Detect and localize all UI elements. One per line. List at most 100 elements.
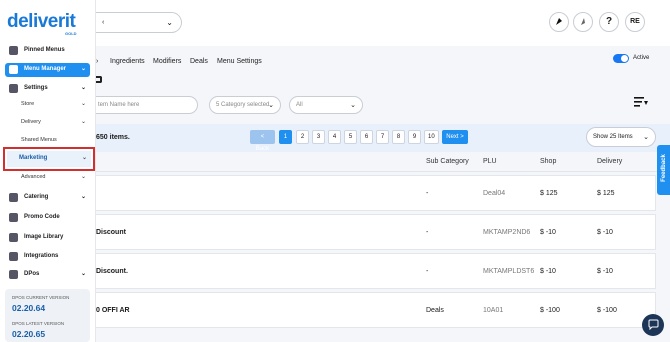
- row-plu: 10A01: [483, 307, 504, 314]
- row-shop-price: $ -10: [540, 229, 556, 236]
- sidebar-item-integrations[interactable]: Integrations: [5, 250, 90, 264]
- sidebar-item-label: Pinned Menus: [24, 47, 65, 53]
- sidebar-item-label: Promo Code: [24, 214, 60, 220]
- chevron-down-icon: ⌄: [350, 102, 356, 109]
- brand-logo-sub: GOLD: [65, 31, 77, 36]
- feedback-tab[interactable]: Feedback: [657, 145, 670, 195]
- page-button-9[interactable]: 9: [408, 130, 421, 144]
- tab-modifiers[interactable]: Modifiers: [153, 58, 181, 65]
- promo-icon: [9, 213, 18, 222]
- sidebar-subitem-delivery[interactable]: Delivery ⌄: [5, 116, 90, 130]
- header-delivery: Delivery: [597, 158, 623, 165]
- chevron-down-icon: ⌄: [80, 271, 86, 277]
- help-icon[interactable]: ?: [599, 12, 619, 32]
- announcement-icon[interactable]: [573, 12, 593, 32]
- row-sub-category: Deals: [426, 307, 444, 314]
- sidebar-subitem-advanced[interactable]: Advanced ⌄: [5, 171, 90, 185]
- chevron-down-icon: ⌄: [80, 119, 86, 125]
- sidebar-subitem-marketing[interactable]: Marketing ⌄: [7, 151, 91, 167]
- page-size-value: Show 25 Items: [593, 134, 633, 140]
- top-bar: ‹ ⌄ ? RE: [96, 0, 670, 46]
- sidebar-item-catering[interactable]: Catering ⌄: [5, 191, 90, 205]
- row-name: Discount: [96, 229, 126, 236]
- catering-icon: [9, 193, 18, 202]
- page-button-10[interactable]: 10: [424, 130, 439, 144]
- tab-deals[interactable]: Deals: [190, 58, 208, 65]
- row-plu: MKTAMPLDST6: [483, 268, 535, 275]
- page-button-8[interactable]: 8: [392, 130, 405, 144]
- sidebar-item-pinned-menus[interactable]: Pinned Menus: [5, 44, 90, 58]
- row-delivery-price: $ 125: [597, 190, 615, 197]
- sidebar-item-label: Integrations: [24, 253, 59, 259]
- header-sub-category: Sub Category: [426, 158, 469, 165]
- image-icon: [9, 233, 18, 242]
- row-plu: MKTAMP2ND6: [483, 229, 531, 236]
- pin-icon: [9, 46, 18, 55]
- feedback-label: Feedback: [661, 154, 667, 182]
- row-name: Discount.: [96, 268, 128, 275]
- sidebar-item-settings[interactable]: Settings ⌄: [5, 82, 90, 96]
- user-avatar[interactable]: RE: [625, 12, 645, 32]
- chevron-down-icon: ⌄: [80, 101, 86, 107]
- chevron-down-icon: ⌄: [80, 85, 86, 91]
- row-plu: Deal04: [483, 190, 506, 197]
- chevron-down-icon: ⌄: [80, 66, 86, 72]
- back-button[interactable]: < Back: [250, 130, 275, 152]
- latest-version-label: DPOS LATEST VERSION: [12, 321, 65, 326]
- row-delivery-price: $ -10: [597, 229, 613, 236]
- sidebar-subitem-store[interactable]: Store ⌄: [5, 98, 90, 112]
- chevron-down-icon: ⌄: [80, 174, 86, 180]
- sidebar-subitem-shared-menus[interactable]: Shared Menus: [5, 134, 90, 148]
- page-button-4[interactable]: 4: [328, 130, 341, 144]
- current-version-value: 02.20.64: [12, 303, 46, 313]
- row-delivery-price: $ -100: [597, 307, 617, 314]
- sidebar-item-label: Marketing: [19, 155, 48, 161]
- category-select[interactable]: 5 Category selected ⌄: [209, 96, 281, 114]
- status-select[interactable]: All ⌄: [289, 96, 363, 114]
- item-search-input[interactable]: tem Name here: [92, 96, 198, 114]
- page-button-6[interactable]: 6: [360, 130, 373, 144]
- sidebar-item-menu-manager[interactable]: Menu Manager ⌄: [5, 63, 90, 77]
- sidebar-item-label: Catering: [24, 194, 49, 200]
- store-selector[interactable]: ‹ ⌄: [96, 12, 182, 33]
- menu-icon: [9, 65, 18, 74]
- chevron-down-icon: ⌄: [81, 155, 87, 161]
- tab-menu-settings[interactable]: Menu Settings: [217, 58, 262, 65]
- current-version-label: DPOS CURRENT VERSION: [12, 295, 70, 300]
- copy-icon[interactable]: [96, 76, 102, 83]
- pagination-bar: 650 items. < Back 1 2 3 4 5 6 7 8 9 10 N…: [96, 124, 670, 152]
- rocket-icon[interactable]: [549, 12, 569, 32]
- sidebar-item-label: DPos: [24, 271, 40, 277]
- tab-chevron: ›: [96, 58, 99, 65]
- sidebar-item-label: Shared Menus: [21, 137, 57, 143]
- filter-icon[interactable]: [632, 96, 649, 113]
- page-size-select[interactable]: Show 25 Items ⌄: [586, 127, 656, 147]
- table-row[interactable]: - Deal04 $ 125 $ 125: [96, 175, 656, 211]
- row-sub-category: -: [426, 190, 429, 197]
- page-button-1[interactable]: 1: [279, 130, 292, 144]
- category-select-value: 5 Category selected: [216, 102, 270, 108]
- main-content: ‹ ⌄ ? RE › Ingredients Modifiers Deals M…: [92, 0, 670, 342]
- sidebar-item-image-library[interactable]: Image Library: [5, 231, 90, 245]
- table-row[interactable]: Discount - MKTAMP2ND6 $ -10 $ -10: [96, 214, 656, 250]
- page-button-7[interactable]: 7: [376, 130, 389, 144]
- chat-icon[interactable]: [642, 314, 664, 336]
- page-button-2[interactable]: 2: [296, 130, 309, 144]
- menu-tabs: › Ingredients Modifiers Deals Menu Setti…: [96, 53, 670, 71]
- sidebar-item-label: Image Library: [24, 234, 64, 240]
- tab-ingredients[interactable]: Ingredients: [110, 58, 145, 65]
- sidebar-item-dpos[interactable]: DPos ⌄: [5, 268, 90, 282]
- page-button-5[interactable]: 5: [344, 130, 357, 144]
- table-row[interactable]: 0 OFFI AR Deals 10A01 $ -100 $ -100: [96, 292, 656, 328]
- page-button-3[interactable]: 3: [312, 130, 325, 144]
- sidebar-item-promo-code[interactable]: Promo Code: [5, 211, 90, 225]
- item-count: 650 items.: [96, 134, 130, 141]
- gear-icon: [9, 84, 18, 93]
- row-shop-price: $ 125: [540, 190, 558, 197]
- active-toggle[interactable]: [613, 54, 629, 63]
- chevron-down-icon: ⌄: [268, 102, 274, 109]
- table-row[interactable]: Discount. - MKTAMPLDST6 $ -10 $ -10: [96, 253, 656, 289]
- next-button[interactable]: Next >: [442, 130, 468, 144]
- pos-icon: [9, 270, 18, 279]
- integrations-icon: [9, 252, 18, 261]
